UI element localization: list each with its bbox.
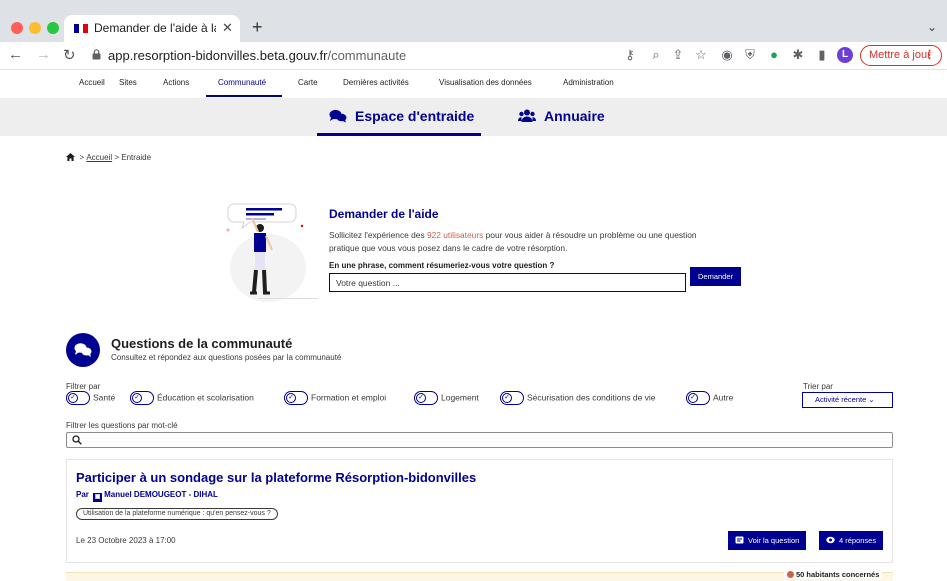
nav-visualisation[interactable]: Visualisation des données [439, 78, 532, 87]
question-input[interactable]: Votre question ... [329, 273, 686, 292]
home-icon [66, 153, 75, 161]
sidebar-icon[interactable]: ▮ [814, 47, 830, 63]
ask-help-description: Sollicitez l'expérience des 922 utilisat… [329, 230, 697, 253]
nav-actions[interactable]: Actions [163, 78, 189, 87]
forward-icon[interactable]: → [36, 46, 51, 63]
nav-sites[interactable]: Sites [119, 78, 137, 87]
nav-communaute[interactable]: Communauté [218, 78, 266, 87]
tab-annuaire[interactable]: Annuaire [518, 108, 605, 124]
tab-title: Demander de l'aide à la comm [94, 21, 216, 35]
filter-formation[interactable]: ✓ Formation et emploi [284, 391, 386, 407]
active-nav-indicator [206, 95, 282, 97]
browser-tab-bar: Demander de l'aide à la comm ✕ + ⌄ [0, 0, 947, 42]
key-icon[interactable]: ⚷ [622, 47, 638, 63]
filter-education[interactable]: ✓ Éducation et scolarisation [130, 391, 254, 407]
question-title[interactable]: Participer à un sondage sur la plateform… [76, 470, 476, 485]
users-icon [518, 109, 536, 122]
back-icon[interactable]: ← [8, 46, 23, 63]
puzzle-icon[interactable]: ✱ [790, 47, 806, 63]
answers-button[interactable]: 4 réponses [819, 531, 884, 550]
breadcrumb-accueil[interactable]: Accueil [86, 153, 112, 162]
profile-avatar[interactable]: L [837, 47, 853, 63]
ask-help-title: Demander de l'aide [329, 207, 439, 221]
question-author: Par ▣ Manuel DEMOUGEOT - DIHAL [76, 490, 218, 502]
chevron-down-icon[interactable]: ⌄ [927, 20, 937, 34]
eye-icon [826, 536, 835, 544]
question-card: Participer à un sondage sur la plateform… [66, 459, 893, 563]
breadcrumb: > Accueil > Entraide [66, 153, 151, 162]
browser-tab[interactable]: Demander de l'aide à la comm ✕ [64, 15, 240, 42]
french-flag-icon [74, 24, 89, 33]
chevron-down-icon: ⌄ [868, 395, 875, 404]
site-nav: Accueil Sites Actions Communauté Carte D… [0, 70, 947, 98]
lock-icon [92, 49, 101, 60]
keyword-label: Filtrer les questions par mot-clé [66, 421, 178, 430]
active-tab-indicator [317, 133, 481, 136]
filter-securisation[interactable]: ✓ Sécurisation des conditions de vie [500, 391, 656, 407]
nav-carte[interactable]: Carte [298, 78, 318, 87]
close-icon[interactable]: ✕ [222, 20, 233, 36]
community-icon [66, 333, 100, 367]
minimize-window-button[interactable] [29, 22, 41, 34]
update-button[interactable]: Mettre à jour ⋮ [860, 45, 942, 66]
sort-label: Trier par [803, 382, 833, 391]
chat-bubbles-icon [74, 343, 92, 357]
users-count-link[interactable]: 922 utilisateurs [427, 230, 483, 240]
nav-accueil[interactable]: Accueil [79, 78, 105, 87]
zoom-icon[interactable]: ⌕ [648, 47, 664, 63]
browser-toolbar: ← → ↻ app.resorption-bidonvilles.beta.go… [0, 42, 947, 70]
sort-select[interactable]: Activité récente ⌄ [802, 392, 893, 408]
nav-dernieres-activites[interactable]: Dernières activités [343, 78, 409, 87]
question-tag: Utilisation de la plateforme numérique :… [76, 508, 278, 520]
extension-green-icon[interactable]: ● [766, 47, 782, 63]
view-question-button[interactable]: Voir la question [728, 531, 807, 550]
share-icon[interactable]: ⇪ [670, 47, 686, 63]
tab-espace-entraide[interactable]: Espace d'entraide [329, 108, 474, 124]
next-card [66, 572, 893, 581]
demander-button[interactable]: Demander [690, 267, 741, 286]
habitants-badge: 50 habitants concernés [784, 570, 883, 579]
reload-icon[interactable]: ↻ [63, 46, 76, 64]
star-icon[interactable]: ☆ [693, 47, 709, 63]
shield-icon[interactable]: ⛨ [742, 47, 758, 63]
breadcrumb-current: Entraide [121, 153, 152, 162]
community-title: Questions de la communauté [111, 336, 293, 351]
search-icon [72, 435, 82, 445]
filter-label: Filtrer par [66, 382, 101, 391]
new-tab-icon[interactable]: + [252, 17, 263, 38]
camera-icon[interactable]: ◉ [719, 47, 735, 63]
filter-sante[interactable]: ✓ Santé [66, 391, 115, 407]
close-window-button[interactable] [11, 22, 23, 34]
maximize-window-button[interactable] [47, 22, 59, 34]
message-icon [735, 536, 744, 544]
nav-administration[interactable]: Administration [563, 78, 614, 87]
url-text: app.resorption-bidonvilles.beta.gouv.fr/… [108, 48, 407, 63]
chat-bubbles-icon [329, 109, 347, 123]
filter-autre[interactable]: ✓ Autre [686, 391, 733, 407]
help-illustration [226, 203, 318, 302]
question-label: En une phrase, comment résumeriez-vous v… [329, 261, 555, 270]
community-subnav: Espace d'entraide Annuaire [0, 98, 947, 136]
community-subtitle: Consultez et répondez aux questions posé… [111, 353, 342, 362]
user-badge-icon: ▣ [93, 493, 103, 502]
more-icon: ⋮ [924, 49, 935, 61]
keyword-search-input[interactable] [66, 432, 893, 448]
alert-icon [787, 571, 794, 578]
filter-logement[interactable]: ✓ Logement [414, 391, 479, 407]
question-date: Le 23 Octobre 2023 à 17:00 [76, 536, 176, 545]
